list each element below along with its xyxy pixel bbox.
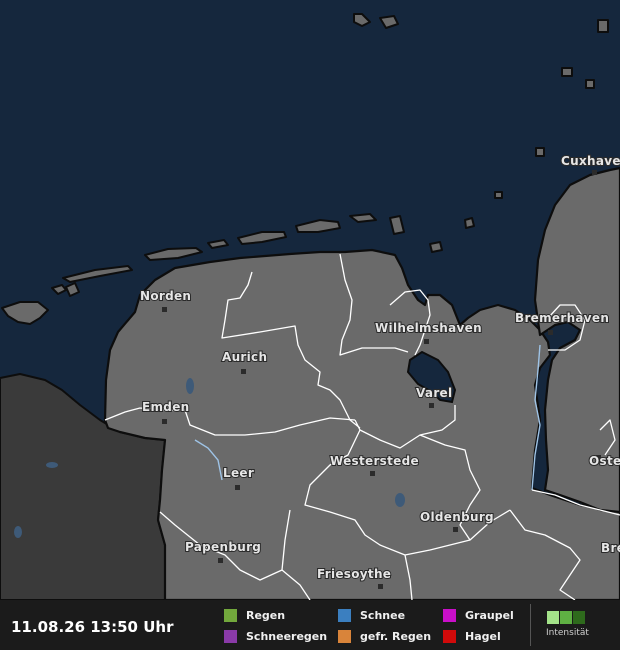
legend-swatch: [338, 608, 351, 622]
island: [464, 217, 475, 229]
island: [535, 147, 545, 157]
legend-item-schnee: Schnee: [338, 607, 405, 623]
city-marker: [241, 369, 246, 374]
weather-map[interactable]: Cuxhaven Norden Wilhelmshaven Bremerhave…: [0, 0, 620, 600]
city-marker: [370, 471, 375, 476]
legend-label: Regen: [246, 608, 286, 622]
city-label: Bremerhaven: [515, 311, 609, 325]
legend-swatch: [443, 629, 456, 643]
city-marker: [592, 170, 597, 175]
intensity-level-low: [547, 611, 559, 624]
island: [494, 191, 503, 199]
lake: [395, 493, 405, 507]
city-label: Papenburg: [185, 540, 261, 554]
island: [429, 241, 443, 253]
city-label: Bre: [601, 541, 620, 555]
city-marker: [235, 485, 240, 490]
city-osterholz-scharmbeck[interactable]: Oste Schar: [588, 453, 620, 469]
city-label: Cuxhaven: [561, 154, 620, 168]
legend-label: Schnee: [360, 608, 406, 622]
lake: [14, 526, 22, 538]
legend-item-gefr-regen: gefr. Regen: [338, 628, 431, 644]
legend-item-hagel: Hagel: [443, 628, 501, 644]
city-marker: [548, 330, 553, 335]
city-label: Norden: [140, 289, 191, 303]
city-marker: [424, 339, 429, 344]
legend-item-graupel: Graupel: [443, 607, 514, 623]
legend-swatch: [224, 608, 237, 622]
legend-divider: [530, 604, 531, 646]
timestamp: 11.08.26 13:50 Uhr: [11, 618, 174, 636]
island: [585, 79, 595, 89]
city-label: Friesoythe: [317, 567, 391, 581]
legend-label: Graupel: [465, 608, 514, 622]
city-label: Wilhelmshaven: [375, 321, 482, 335]
island: [597, 19, 609, 33]
intensity-label: Intensität: [546, 628, 589, 638]
lake: [186, 378, 194, 394]
city-label: Oldenburg: [420, 510, 494, 524]
legend-label: Schneeregen: [246, 629, 328, 643]
legend-item-schneeregen: Schneeregen: [224, 628, 327, 644]
city-marker: [429, 403, 434, 408]
city-label: Emden: [142, 400, 189, 414]
city-label: Westerstede: [330, 454, 419, 468]
legend-swatch: [443, 608, 456, 622]
legend-label: Hagel: [465, 629, 501, 643]
legend-item-regen: Regen: [224, 607, 285, 623]
city-label: Aurich: [222, 350, 267, 364]
city-marker: [162, 307, 167, 312]
legend-swatch: [224, 629, 237, 643]
footer-bar: 11.08.26 13:50 Uhr Regen Schnee Graupel …: [0, 600, 620, 650]
island: [561, 67, 573, 77]
city-label: Leer: [223, 466, 254, 480]
lake: [46, 462, 58, 468]
city-marker: [162, 419, 167, 424]
city-bremen[interactable]: Bre: [600, 540, 620, 556]
city-marker: [453, 527, 458, 532]
city-marker: [218, 558, 223, 563]
legend-label: gefr. Regen: [360, 629, 432, 643]
legend-swatch: [338, 629, 351, 643]
intensity-level-mid: [560, 611, 572, 624]
city-label: Oste Schar: [589, 454, 620, 468]
city-label: Varel: [416, 386, 452, 400]
city-marker: [378, 584, 383, 589]
intensity-level-high: [573, 611, 585, 624]
